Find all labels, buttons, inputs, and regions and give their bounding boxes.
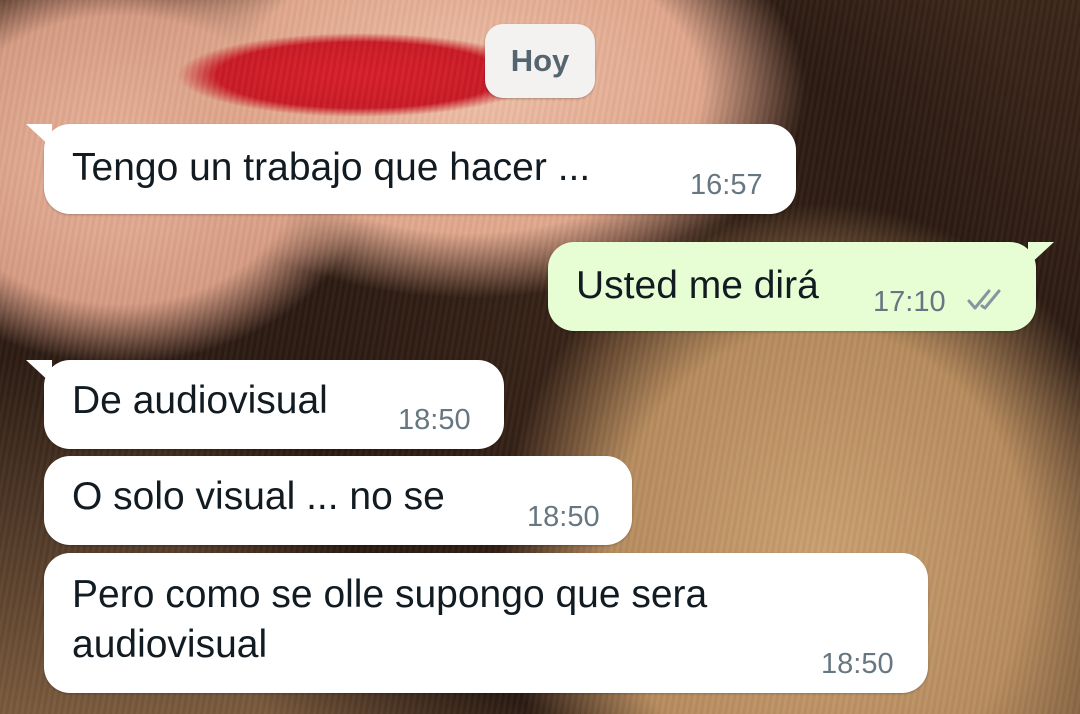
date-chip: Hoy bbox=[485, 24, 595, 98]
message-timestamp: 18:50 bbox=[398, 404, 471, 436]
message-text: De audiovisual bbox=[72, 379, 328, 422]
message-text: Pero como se olle supongo que sera audio… bbox=[72, 573, 708, 666]
message-bubble-incoming[interactable]: Pero como se olle supongo que sera audio… bbox=[44, 553, 928, 693]
message-bubble-outgoing[interactable]: Usted me dirá 17:10 bbox=[548, 242, 1054, 331]
message-text: Usted me dirá bbox=[576, 264, 819, 307]
message-timestamp: 16:57 bbox=[690, 169, 763, 201]
date-chip-label: Hoy bbox=[510, 43, 570, 78]
message-text: Tengo un trabajo que hacer ... bbox=[72, 146, 591, 189]
chat-area[interactable]: Hoy Tengo un trabajo que hacer ... 16:57… bbox=[0, 0, 1080, 714]
message-text: O solo visual ... no se bbox=[72, 475, 445, 518]
message-bubble-incoming[interactable]: O solo visual ... no se 18:50 bbox=[44, 456, 632, 545]
message-bubble-incoming[interactable]: Tengo un trabajo que hacer ... 16:57 bbox=[26, 124, 796, 214]
double-check-icon bbox=[967, 289, 1001, 310]
message-timestamp: 17:10 bbox=[873, 286, 946, 318]
message-timestamp: 18:50 bbox=[527, 501, 600, 533]
message-timestamp: 18:50 bbox=[821, 648, 894, 680]
message-bubble-incoming[interactable]: De audiovisual 18:50 bbox=[26, 360, 504, 449]
